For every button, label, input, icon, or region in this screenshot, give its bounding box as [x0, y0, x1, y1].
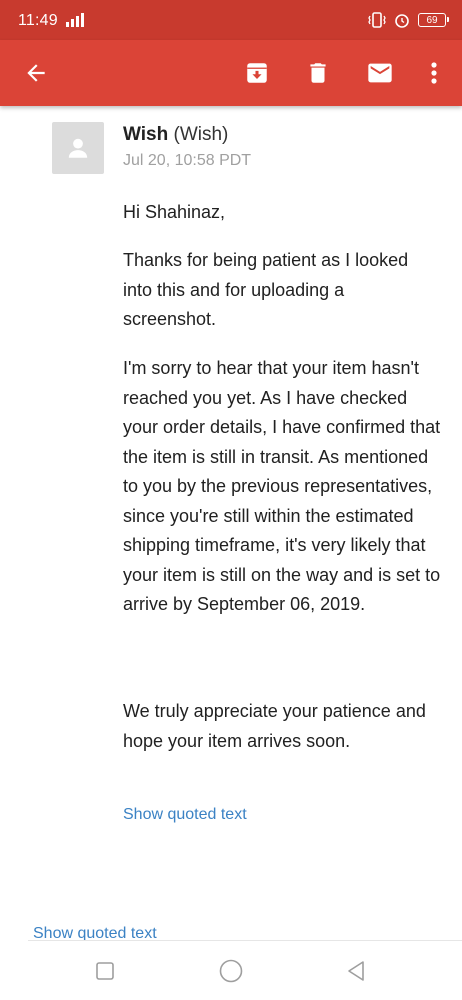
system-nav-bar — [0, 941, 462, 1000]
app-bar — [0, 40, 462, 106]
archive-icon — [247, 63, 267, 83]
show-quoted-text-link-2[interactable]: Show quoted text — [33, 925, 157, 940]
alarm-icon — [395, 14, 409, 28]
body-paragraph-2: I'm sorry to hear that your item hasn't … — [123, 358, 441, 614]
signal-icon — [66, 13, 84, 27]
body-paragraph-1: Thanks for being patient as I looked int… — [123, 250, 409, 329]
message-date: Jul 20, 10:58 PDT — [123, 152, 252, 169]
sender-name: Wish — [123, 124, 169, 145]
archive-button[interactable] — [237, 53, 277, 93]
home-circle-icon — [219, 959, 243, 983]
status-icons: 69 — [368, 12, 449, 28]
delete-icon — [310, 63, 326, 83]
back-button[interactable] — [16, 53, 56, 93]
sender-avatar — [52, 122, 104, 174]
greeting: Hi Shahinaz, — [123, 202, 226, 222]
arrow-left-icon — [27, 64, 45, 82]
status-bar: 11:49 69 — [0, 0, 462, 40]
mark-unread-icon — [368, 63, 392, 83]
status-time: 11:49 — [18, 12, 58, 29]
vibrate-icon — [368, 12, 386, 28]
battery-icon: 69 — [418, 13, 449, 27]
mark-unread-button[interactable] — [360, 53, 400, 93]
back-nav-button[interactable] — [342, 957, 370, 985]
person-icon — [68, 138, 88, 158]
more-options-button[interactable] — [414, 53, 454, 93]
show-quoted-text-link[interactable]: Show quoted text — [123, 806, 247, 824]
recents-button[interactable] — [91, 957, 119, 985]
recents-square-icon — [96, 962, 114, 980]
sender-email: (Wish) — [173, 124, 229, 145]
sender-line: Wish (Wish) — [123, 124, 228, 146]
home-button[interactable] — [217, 957, 245, 985]
more-vert-icon — [431, 62, 437, 84]
back-triangle-icon — [348, 961, 364, 981]
delete-button[interactable] — [298, 53, 338, 93]
body-paragraph-3: We truly appreciate your patience and ho… — [123, 701, 426, 751]
